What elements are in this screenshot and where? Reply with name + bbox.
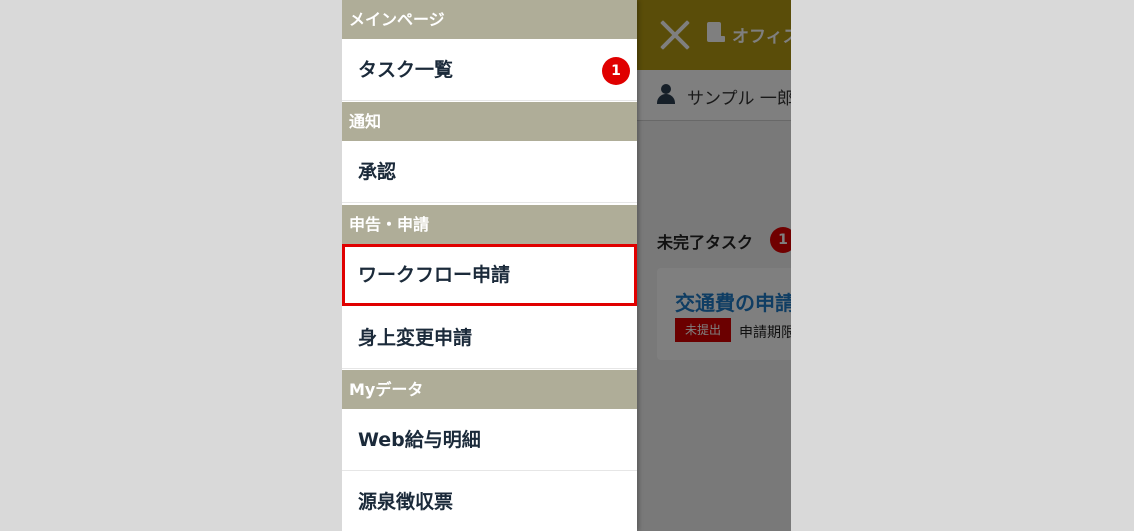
- section-header-main: メインページ: [342, 0, 637, 39]
- menu-item-label: タスク一覧: [358, 59, 454, 81]
- section-header-applications: 申告・申請: [342, 205, 637, 244]
- menu-item-workflow-application[interactable]: ワークフロー申請: [342, 244, 637, 306]
- phone-screen: オフィス サンプル 一郎様 未完了タスク 1 交通費の申請 未提出 申請期限 メ…: [342, 0, 791, 531]
- notification-badge: 1: [602, 57, 630, 85]
- menu-item-label: Web給与明細: [358, 429, 481, 451]
- menu-item-withholding-slip[interactable]: 源泉徴収票: [342, 471, 637, 531]
- menu-item-label: ワークフロー申請: [358, 264, 511, 286]
- menu-item-web-payslip[interactable]: Web給与明細: [342, 409, 637, 471]
- side-drawer: メインページ タスク一覧 1 通知 承認 申告・申請 ワークフロー申請 身上変更…: [342, 0, 637, 531]
- menu-item-approval[interactable]: 承認: [342, 141, 637, 203]
- menu-item-label: 身上変更申請: [358, 327, 473, 349]
- menu-item-label: 源泉徴収票: [358, 491, 454, 513]
- menu-item-personal-change[interactable]: 身上変更申請: [342, 307, 637, 369]
- section-header-mydata: Myデータ: [342, 370, 637, 409]
- section-header-notifications: 通知: [342, 102, 637, 141]
- menu-item-label: 承認: [358, 161, 397, 183]
- menu-item-task-list[interactable]: タスク一覧: [342, 39, 637, 101]
